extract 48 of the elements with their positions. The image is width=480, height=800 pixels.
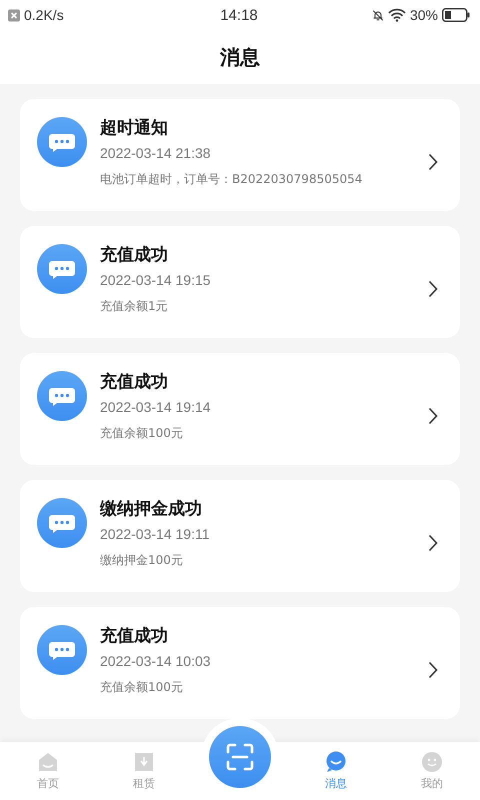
message-card[interactable]: 超时通知 2022-03-14 21:38 电池订单超时，订单号：B2022030798505054 xyxy=(20,99,460,211)
chat-bubble-icon xyxy=(37,371,87,421)
battery-icon xyxy=(442,8,470,22)
message-title: 超时通知 xyxy=(100,117,169,140)
chat-bubble-icon xyxy=(37,498,87,548)
chevron-right-icon xyxy=(428,153,438,171)
message-title: 充值成功 xyxy=(100,625,169,648)
chat-bubble-icon xyxy=(37,117,87,167)
battery-card-icon xyxy=(133,751,155,773)
message-title: 充值成功 xyxy=(100,244,169,267)
tab-label: 我的 xyxy=(421,776,443,791)
message-time: 2022-03-14 19:14 xyxy=(100,398,212,416)
network-speed: 0.2K/s xyxy=(24,7,64,23)
message-text: 充值余额100元 xyxy=(100,679,184,696)
tab-label: 消息 xyxy=(325,776,347,791)
message-text: 充值余额100元 xyxy=(100,425,184,442)
page-title: 消息 xyxy=(220,44,260,70)
message-time: 2022-03-14 19:15 xyxy=(100,271,212,289)
message-card[interactable]: 缴纳押金成功 2022-03-14 19:11 缴纳押金100元 xyxy=(20,480,460,592)
message-text: 充值余额1元 xyxy=(100,298,169,315)
chat-bubble-icon xyxy=(37,244,87,294)
message-text: 缴纳押金100元 xyxy=(100,552,184,569)
house-icon xyxy=(37,751,59,773)
tab-label: 首页 xyxy=(37,776,59,791)
battery-percent: 30% xyxy=(410,7,438,23)
message-time: 2022-03-14 21:38 xyxy=(100,144,212,162)
tab-label: 租赁 xyxy=(133,776,155,791)
message-card[interactable]: 充值成功 2022-03-14 19:14 充值余额100元 xyxy=(20,353,460,465)
chevron-right-icon xyxy=(428,280,438,298)
message-time: 2022-03-14 19:11 xyxy=(100,525,210,543)
message-card[interactable]: 充值成功 2022-03-14 10:03 充值余额100元 xyxy=(20,607,460,719)
close-notification-icon xyxy=(8,8,20,22)
clock: 14:18 xyxy=(220,6,258,24)
message-text: 电池订单超时，订单号：B2022030798505054 xyxy=(100,171,364,188)
message-card[interactable]: 充值成功 2022-03-14 19:15 充值余额1元 xyxy=(20,226,460,338)
chevron-right-icon xyxy=(428,661,438,679)
message-time: 2022-03-14 10:03 xyxy=(100,652,212,670)
chevron-right-icon xyxy=(428,407,438,425)
chat-bubble-icon xyxy=(37,625,87,675)
muted-bell-icon xyxy=(372,8,384,22)
face-icon xyxy=(421,751,443,773)
wifi-icon xyxy=(388,8,406,22)
message-title: 缴纳押金成功 xyxy=(100,498,203,521)
message-title: 充值成功 xyxy=(100,371,169,394)
scan-button[interactable] xyxy=(209,726,271,788)
scan-icon xyxy=(225,742,255,772)
chevron-right-icon xyxy=(428,534,438,552)
smile-bubble-icon xyxy=(325,751,347,773)
